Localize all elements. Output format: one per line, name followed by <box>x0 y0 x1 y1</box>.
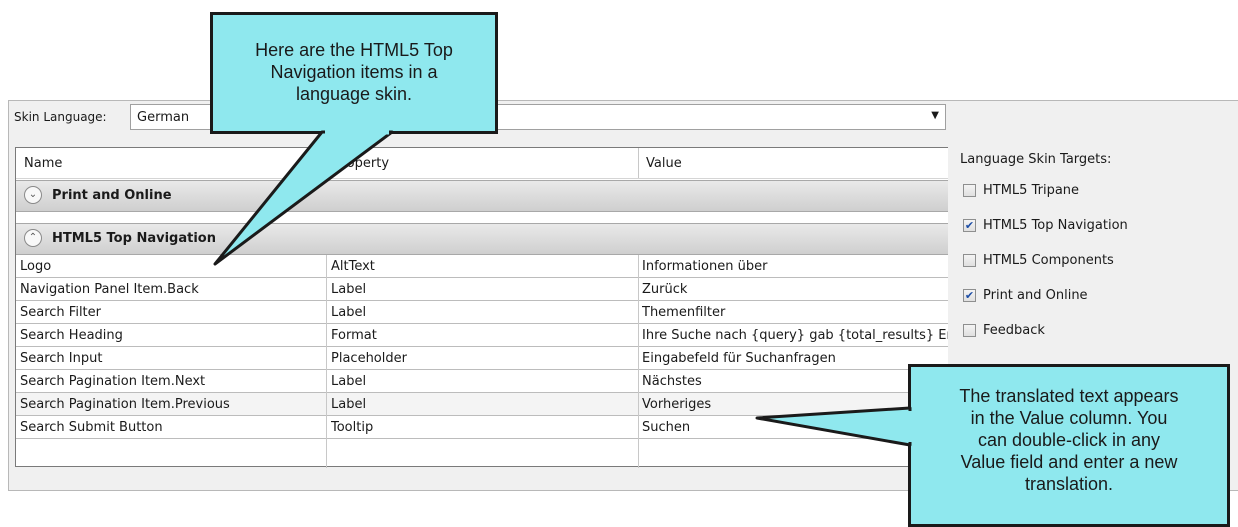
callout-pointers <box>213 129 913 447</box>
callout-pointer-right <box>755 406 912 447</box>
callout-pointer-top <box>213 130 394 266</box>
